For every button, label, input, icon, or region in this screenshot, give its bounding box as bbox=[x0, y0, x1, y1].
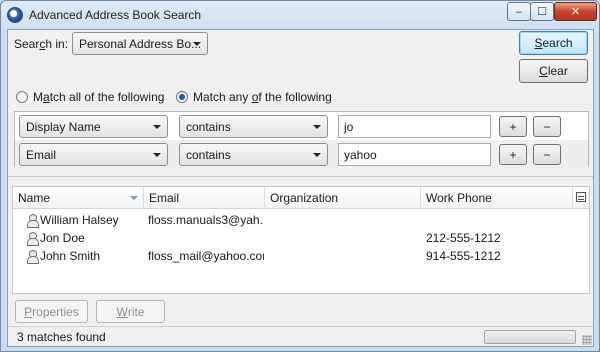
chevron-down-icon bbox=[313, 153, 321, 157]
field-select[interactable]: Email bbox=[19, 143, 168, 166]
match-any-radio[interactable] bbox=[176, 91, 188, 103]
criteria-row: Display Name contains jo + − bbox=[15, 112, 588, 140]
remove-criteria-button[interactable]: − bbox=[533, 116, 561, 137]
table-row[interactable]: William Halsey floss.manuals3@yah... bbox=[13, 211, 589, 229]
criteria-value-input[interactable]: yahoo bbox=[338, 143, 491, 166]
match-all-label: Match all of the following bbox=[33, 90, 165, 104]
row-name: William Halsey bbox=[40, 213, 119, 227]
clear-button[interactable]: Clear bbox=[519, 59, 588, 83]
maximize-button[interactable]: ☐ bbox=[530, 2, 554, 21]
chevron-down-icon bbox=[153, 125, 161, 129]
match-all-radio[interactable] bbox=[16, 91, 28, 103]
row-name: John Smith bbox=[40, 249, 101, 263]
row-email: floss.manuals3@yah... bbox=[148, 213, 264, 227]
search-criteria-list: Display Name contains jo + − Email conta… bbox=[14, 111, 589, 168]
status-text: 3 matches found bbox=[17, 330, 106, 344]
operator-select[interactable]: contains bbox=[179, 115, 328, 138]
search-in-label: Search in: bbox=[14, 37, 69, 51]
match-any-option[interactable]: Match any of the following bbox=[176, 90, 332, 104]
window-title: Advanced Address Book Search bbox=[29, 8, 202, 22]
properties-button[interactable]: Properties bbox=[15, 300, 88, 323]
chevron-down-icon bbox=[313, 125, 321, 129]
remove-criteria-button[interactable]: − bbox=[533, 144, 561, 165]
column-header-email[interactable]: Email bbox=[144, 187, 265, 209]
row-work-phone: 914-555-1212 bbox=[426, 249, 501, 263]
pane-splitter[interactable] bbox=[8, 176, 593, 184]
results-list: Name Email Organization Work Phone Willi… bbox=[12, 186, 590, 294]
criteria-value-input[interactable]: jo bbox=[338, 115, 491, 138]
table-row[interactable]: Jon Doe 212-555-1212 bbox=[13, 229, 589, 247]
progress-bar bbox=[484, 330, 576, 344]
column-header-organization[interactable]: Organization bbox=[265, 187, 421, 209]
row-work-phone: 212-555-1212 bbox=[426, 231, 501, 245]
contact-icon bbox=[27, 250, 39, 264]
add-criteria-button[interactable]: + bbox=[499, 144, 527, 165]
row-name: Jon Doe bbox=[40, 231, 85, 245]
contact-icon bbox=[27, 214, 39, 228]
column-header-name[interactable]: Name bbox=[13, 187, 144, 209]
results-column-headers: Name Email Organization Work Phone bbox=[13, 187, 589, 209]
column-picker-icon[interactable] bbox=[576, 192, 586, 202]
row-email: floss_mail@yahoo.com bbox=[148, 249, 264, 263]
search-button[interactable]: Search bbox=[519, 31, 588, 55]
column-header-work-phone[interactable]: Work Phone bbox=[421, 187, 573, 209]
add-criteria-button[interactable]: + bbox=[499, 116, 527, 137]
chevron-down-icon bbox=[193, 42, 201, 46]
address-book-select-value: Personal Address Bo... bbox=[79, 37, 202, 51]
status-bar: 3 matches found bbox=[8, 326, 593, 346]
thunderbird-app-icon bbox=[7, 7, 23, 23]
write-button[interactable]: Write bbox=[96, 300, 165, 323]
resize-grip-icon[interactable] bbox=[582, 335, 592, 345]
table-row[interactable]: John Smith floss_mail@yahoo.com 914-555-… bbox=[13, 247, 589, 265]
address-book-search-window: Advanced Address Book Search – ☐ ✕ Searc… bbox=[0, 0, 600, 352]
dialog-body: Search in: Personal Address Bo... Search… bbox=[7, 29, 594, 347]
criteria-row: Email contains yahoo + − bbox=[15, 140, 588, 168]
match-any-label: Match any of the following bbox=[193, 90, 332, 104]
contact-icon bbox=[27, 232, 39, 246]
field-select[interactable]: Display Name bbox=[19, 115, 168, 138]
address-book-select[interactable]: Personal Address Bo... bbox=[72, 32, 208, 55]
chevron-down-icon bbox=[153, 153, 161, 157]
match-all-option[interactable]: Match all of the following bbox=[16, 90, 164, 104]
sort-descending-icon bbox=[130, 196, 138, 200]
title-bar[interactable]: Advanced Address Book Search – ☐ ✕ bbox=[1, 1, 599, 29]
minimize-button[interactable]: – bbox=[507, 2, 531, 21]
close-button[interactable]: ✕ bbox=[554, 2, 597, 21]
operator-select[interactable]: contains bbox=[179, 143, 328, 166]
